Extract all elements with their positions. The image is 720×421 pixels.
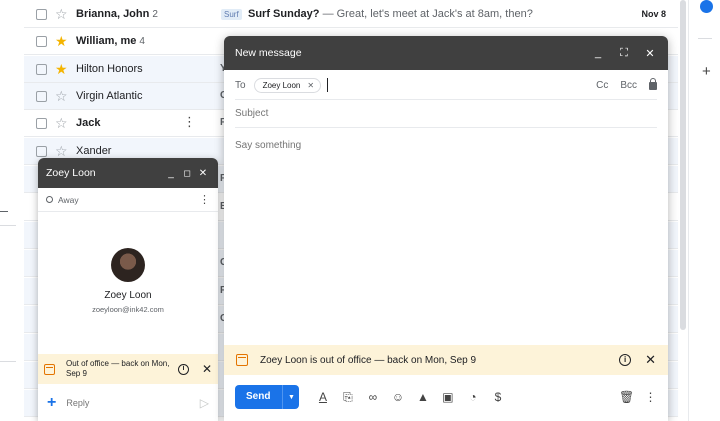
to-label: To: [235, 79, 246, 91]
chat-title: Zoey Loon: [46, 167, 96, 179]
send-icon[interactable]: ▷: [200, 396, 209, 410]
avatar: [111, 248, 145, 282]
remove-recipient-icon[interactable]: ✕: [307, 81, 314, 90]
text-caret: [327, 78, 329, 92]
cc-button[interactable]: Cc: [596, 80, 608, 91]
delete-icon[interactable]: 🗑: [619, 390, 634, 404]
star-icon[interactable]: ☆: [55, 143, 68, 159]
lock-icon[interactable]: [649, 78, 657, 90]
compose-window: New message _ ⛶ ✕ To Zoey Loon ✕ Cc Bcc …: [224, 36, 668, 421]
confidential-icon[interactable]: ◔: [466, 390, 479, 404]
row-label-badge[interactable]: Surf: [221, 9, 242, 20]
info-icon[interactable]: i: [177, 363, 189, 375]
subject-row: [235, 100, 657, 128]
row-sender: Virgin Atlantic: [76, 90, 143, 102]
chat-header[interactable]: Zoey Loon _ ◻ ✕: [38, 158, 218, 188]
star-icon[interactable]: ☆: [55, 115, 68, 131]
row-sender: Brianna, John 2: [76, 8, 158, 20]
message-body[interactable]: [235, 140, 657, 340]
close-icon[interactable]: ✕: [196, 168, 210, 179]
row-checkbox[interactable]: [36, 146, 47, 157]
drive-icon[interactable]: ▲: [416, 390, 429, 404]
more-vert-icon[interactable]: ⋮: [199, 193, 210, 206]
email-row-surf-sunday[interactable]: ☆ Brianna, John 2 Surf Surf Sunday? — Gre…: [24, 1, 678, 28]
bcc-button[interactable]: Bcc: [620, 80, 637, 91]
chat-reply-bar: + ▷: [38, 390, 218, 416]
status-dot-icon: [46, 196, 53, 203]
close-icon[interactable]: ✕: [643, 47, 657, 60]
close-icon[interactable]: ✕: [645, 352, 656, 368]
send-label: Send: [235, 385, 284, 409]
chat-status-bar: Away ⋮: [38, 188, 218, 212]
info-icon[interactable]: i: [619, 354, 632, 366]
row-sender: William, me 4: [76, 35, 145, 47]
emoji-icon[interactable]: ☺: [391, 390, 404, 404]
reply-input[interactable]: [66, 398, 200, 408]
recipient-chip[interactable]: Zoey Loon ✕: [253, 77, 322, 93]
compose-header[interactable]: New message _ ⛶ ✕: [224, 36, 668, 70]
fullscreen-icon[interactable]: ⛶: [617, 47, 631, 60]
compose-title: New message: [235, 47, 302, 59]
side-panel-rail: +: [688, 0, 720, 421]
star-icon[interactable]: ★: [55, 33, 68, 49]
out-of-office-banner: Zoey Loon is out of office — back on Mon…: [224, 345, 668, 375]
contact-email: zoeyloon@ink42.com: [92, 305, 164, 314]
minimize-icon[interactable]: _: [164, 168, 178, 179]
to-field[interactable]: To Zoey Loon ✕ Cc Bcc: [235, 71, 657, 100]
row-checkbox[interactable]: [36, 91, 47, 102]
link-icon[interactable]: ∞: [366, 390, 379, 404]
row-sender: Hilton Honors: [76, 63, 143, 75]
row-date: Nov 8: [641, 9, 666, 19]
out-of-office-text: Out of office — back on Mon, Sep 9: [66, 359, 170, 378]
photo-icon[interactable]: ▣: [441, 390, 454, 404]
divider: [0, 225, 16, 226]
star-icon[interactable]: ★: [55, 61, 68, 77]
more-vert-icon[interactable]: ⋮: [183, 114, 196, 130]
format-text-icon[interactable]: A: [316, 390, 329, 404]
recipient-name: Zoey Loon: [262, 80, 301, 90]
compose-toolbar: Send ▼ A ⎘ ∞ ☺ ▲ ▣ ◔ $ 🗑 ⋮: [235, 385, 657, 409]
chat-window: Zoey Loon _ ◻ ✕ Away ⋮ Zoey Loon zoeyloo…: [38, 158, 218, 421]
out-of-office-text: Zoey Loon is out of office — back on Mon…: [260, 354, 477, 366]
close-icon[interactable]: ✕: [202, 362, 212, 376]
rail-divider: [698, 38, 712, 39]
tasks-icon[interactable]: [700, 0, 713, 13]
attach-icon[interactable]: ⎘: [341, 390, 354, 404]
minimize-icon[interactable]: _: [591, 47, 605, 59]
star-icon[interactable]: ☆: [55, 88, 68, 104]
row-checkbox[interactable]: [36, 118, 47, 129]
row-subject: Surf Sunday? — Great, let's meet at Jack…: [248, 8, 533, 20]
more-vert-icon[interactable]: ⋮: [644, 390, 657, 404]
send-options-icon[interactable]: ▼: [283, 394, 299, 401]
contact-name: Zoey Loon: [104, 290, 152, 301]
row-sender: Jack: [76, 117, 101, 129]
chat-status-text: Away: [58, 194, 79, 205]
star-icon[interactable]: ☆: [55, 6, 68, 22]
row-checkbox[interactable]: [36, 36, 47, 47]
divider: [0, 211, 8, 212]
send-button[interactable]: Send ▼: [235, 385, 300, 409]
row-sender: Xander: [76, 145, 112, 157]
popout-icon[interactable]: ◻: [180, 168, 194, 179]
subject-input[interactable]: [235, 108, 657, 119]
plus-icon[interactable]: +: [47, 394, 56, 412]
out-of-office-banner: Out of office — back on Mon, Sep 9 i ✕: [38, 354, 218, 384]
row-checkbox[interactable]: [36, 9, 47, 20]
row-checkbox[interactable]: [36, 64, 47, 75]
divider: [0, 361, 16, 362]
calendar-icon: [44, 363, 55, 375]
add-addon-icon[interactable]: +: [702, 64, 711, 79]
scrollbar[interactable]: [680, 0, 686, 330]
calendar-icon: [236, 354, 248, 366]
money-icon[interactable]: $: [491, 390, 504, 404]
